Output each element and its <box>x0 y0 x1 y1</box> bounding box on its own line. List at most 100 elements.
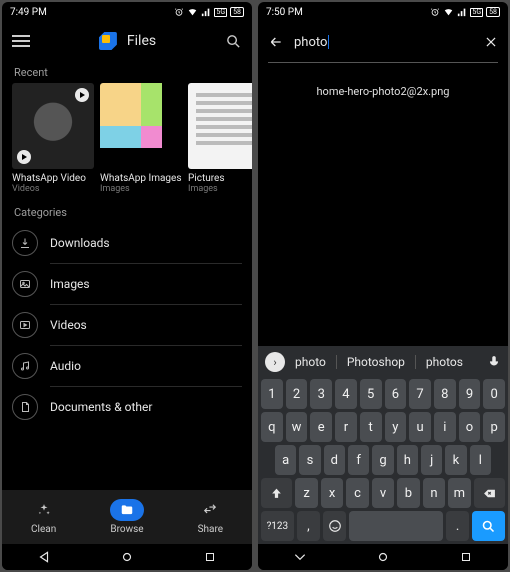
back-arrow-icon[interactable] <box>268 34 284 50</box>
key-3[interactable]: 3 <box>310 379 332 409</box>
category-audio[interactable]: Audio <box>12 346 242 386</box>
mic-icon[interactable] <box>487 355 501 369</box>
recent-item[interactable]: Pictures Images <box>188 83 252 194</box>
key-8[interactable]: 8 <box>434 379 456 409</box>
key-9[interactable]: 9 <box>459 379 481 409</box>
key-b[interactable]: b <box>397 478 419 508</box>
category-images[interactable]: Images <box>12 264 242 304</box>
key-n[interactable]: n <box>423 478 445 508</box>
nav-label: Clean <box>31 524 56 535</box>
home-button[interactable] <box>118 548 136 566</box>
key-d[interactable]: d <box>324 445 345 475</box>
key-1[interactable]: 1 <box>261 379 283 409</box>
key-4[interactable]: 4 <box>335 379 357 409</box>
app-bar: Files <box>2 22 252 60</box>
recent-row[interactable]: WhatsApp Video Videos WhatsApp Images Im… <box>2 83 252 194</box>
search-icon[interactable] <box>225 33 242 50</box>
key-u[interactable]: u <box>409 412 431 442</box>
keyboard-row-numbers: 1 2 3 4 5 6 7 8 9 0 <box>261 379 505 409</box>
network-icon: 5G <box>470 8 483 17</box>
recent-sublabel: Videos <box>12 184 94 194</box>
key-0[interactable]: 0 <box>483 379 505 409</box>
recent-sublabel: Images <box>100 184 182 194</box>
video-icon <box>12 312 38 338</box>
key-s[interactable]: s <box>299 445 320 475</box>
nav-share[interactable]: Share <box>169 490 252 544</box>
key-x[interactable]: x <box>321 478 343 508</box>
home-button[interactable] <box>374 548 392 566</box>
status-icons: 5G 58 <box>174 7 244 17</box>
key-search[interactable] <box>472 511 505 541</box>
phone-right: 7:50 PM 5G 58 photo home-hero-photo2@2x.… <box>258 2 508 570</box>
suggestion-word[interactable]: photos <box>420 355 469 369</box>
recent-label: Pictures <box>188 173 252 184</box>
key-space[interactable] <box>349 511 442 541</box>
search-bar: photo <box>258 22 508 62</box>
key-6[interactable]: 6 <box>385 379 407 409</box>
key-o[interactable]: o <box>459 412 481 442</box>
search-result[interactable]: home-hero-photo2@2x.png <box>258 63 508 120</box>
nav-browse[interactable]: Browse <box>85 490 168 544</box>
play-icon <box>17 150 31 164</box>
key-g[interactable]: g <box>372 445 393 475</box>
signal-icon <box>457 7 467 17</box>
wifi-icon <box>443 7 454 17</box>
keyboard: › photo Photoshop photos 1 2 3 4 5 6 7 8… <box>258 346 508 544</box>
key-shift[interactable] <box>261 478 292 508</box>
phone-left: 7:49 PM 5G 58 Files Recent WhatsApp Vide… <box>2 2 252 570</box>
category-downloads[interactable]: Downloads <box>12 223 242 263</box>
category-documents[interactable]: Documents & other <box>12 387 242 427</box>
key-k[interactable]: k <box>445 445 466 475</box>
key-f[interactable]: f <box>348 445 369 475</box>
files-logo-icon <box>99 32 117 50</box>
system-nav <box>258 544 508 570</box>
key-7[interactable]: 7 <box>409 379 431 409</box>
key-5[interactable]: 5 <box>360 379 382 409</box>
key-q[interactable]: q <box>261 412 283 442</box>
key-i[interactable]: i <box>434 412 456 442</box>
key-a[interactable]: a <box>275 445 296 475</box>
keyboard-row-3: z x c v b n m <box>261 478 505 508</box>
menu-icon[interactable] <box>12 35 30 47</box>
key-2[interactable]: 2 <box>286 379 308 409</box>
recent-thumb[interactable] <box>100 83 182 169</box>
key-z[interactable]: z <box>295 478 317 508</box>
back-button[interactable] <box>35 548 53 566</box>
recent-item[interactable]: WhatsApp Images Images <box>100 83 182 194</box>
hide-keyboard-button[interactable] <box>291 548 309 566</box>
key-backspace[interactable] <box>474 478 505 508</box>
key-m[interactable]: m <box>448 478 470 508</box>
key-v[interactable]: v <box>372 478 394 508</box>
recent-item[interactable]: WhatsApp Video Videos <box>12 83 94 194</box>
key-e[interactable]: e <box>310 412 332 442</box>
keyboard-row-1: q w e r t y u i o p <box>261 412 505 442</box>
recent-thumb[interactable] <box>188 83 252 169</box>
search-input[interactable]: photo <box>294 35 474 50</box>
recent-apps-button[interactable] <box>201 548 219 566</box>
key-p[interactable]: p <box>483 412 505 442</box>
recent-thumb[interactable] <box>12 83 94 169</box>
expand-suggestions-icon[interactable]: › <box>265 352 285 372</box>
battery-icon: 58 <box>486 7 500 17</box>
key-w[interactable]: w <box>286 412 308 442</box>
status-bar: 7:49 PM 5G 58 <box>2 2 252 22</box>
key-comma[interactable]: , <box>297 511 320 541</box>
key-j[interactable]: j <box>421 445 442 475</box>
key-c[interactable]: c <box>346 478 368 508</box>
status-icons: 5G 58 <box>430 7 500 17</box>
key-emoji[interactable] <box>323 511 346 541</box>
category-videos[interactable]: Videos <box>12 305 242 345</box>
key-t[interactable]: t <box>360 412 382 442</box>
key-h[interactable]: h <box>397 445 418 475</box>
key-l[interactable]: l <box>470 445 491 475</box>
nav-clean[interactable]: Clean <box>2 490 85 544</box>
suggestion-word[interactable]: Photoshop <box>341 355 411 369</box>
key-y[interactable]: y <box>385 412 407 442</box>
recent-apps-button[interactable] <box>457 548 475 566</box>
clear-icon[interactable] <box>484 35 498 49</box>
key-r[interactable]: r <box>335 412 357 442</box>
key-period[interactable]: . <box>446 511 469 541</box>
key-symbols[interactable]: ?123 <box>261 511 294 541</box>
suggestion-word[interactable]: photo <box>289 355 332 369</box>
divider <box>336 355 337 369</box>
